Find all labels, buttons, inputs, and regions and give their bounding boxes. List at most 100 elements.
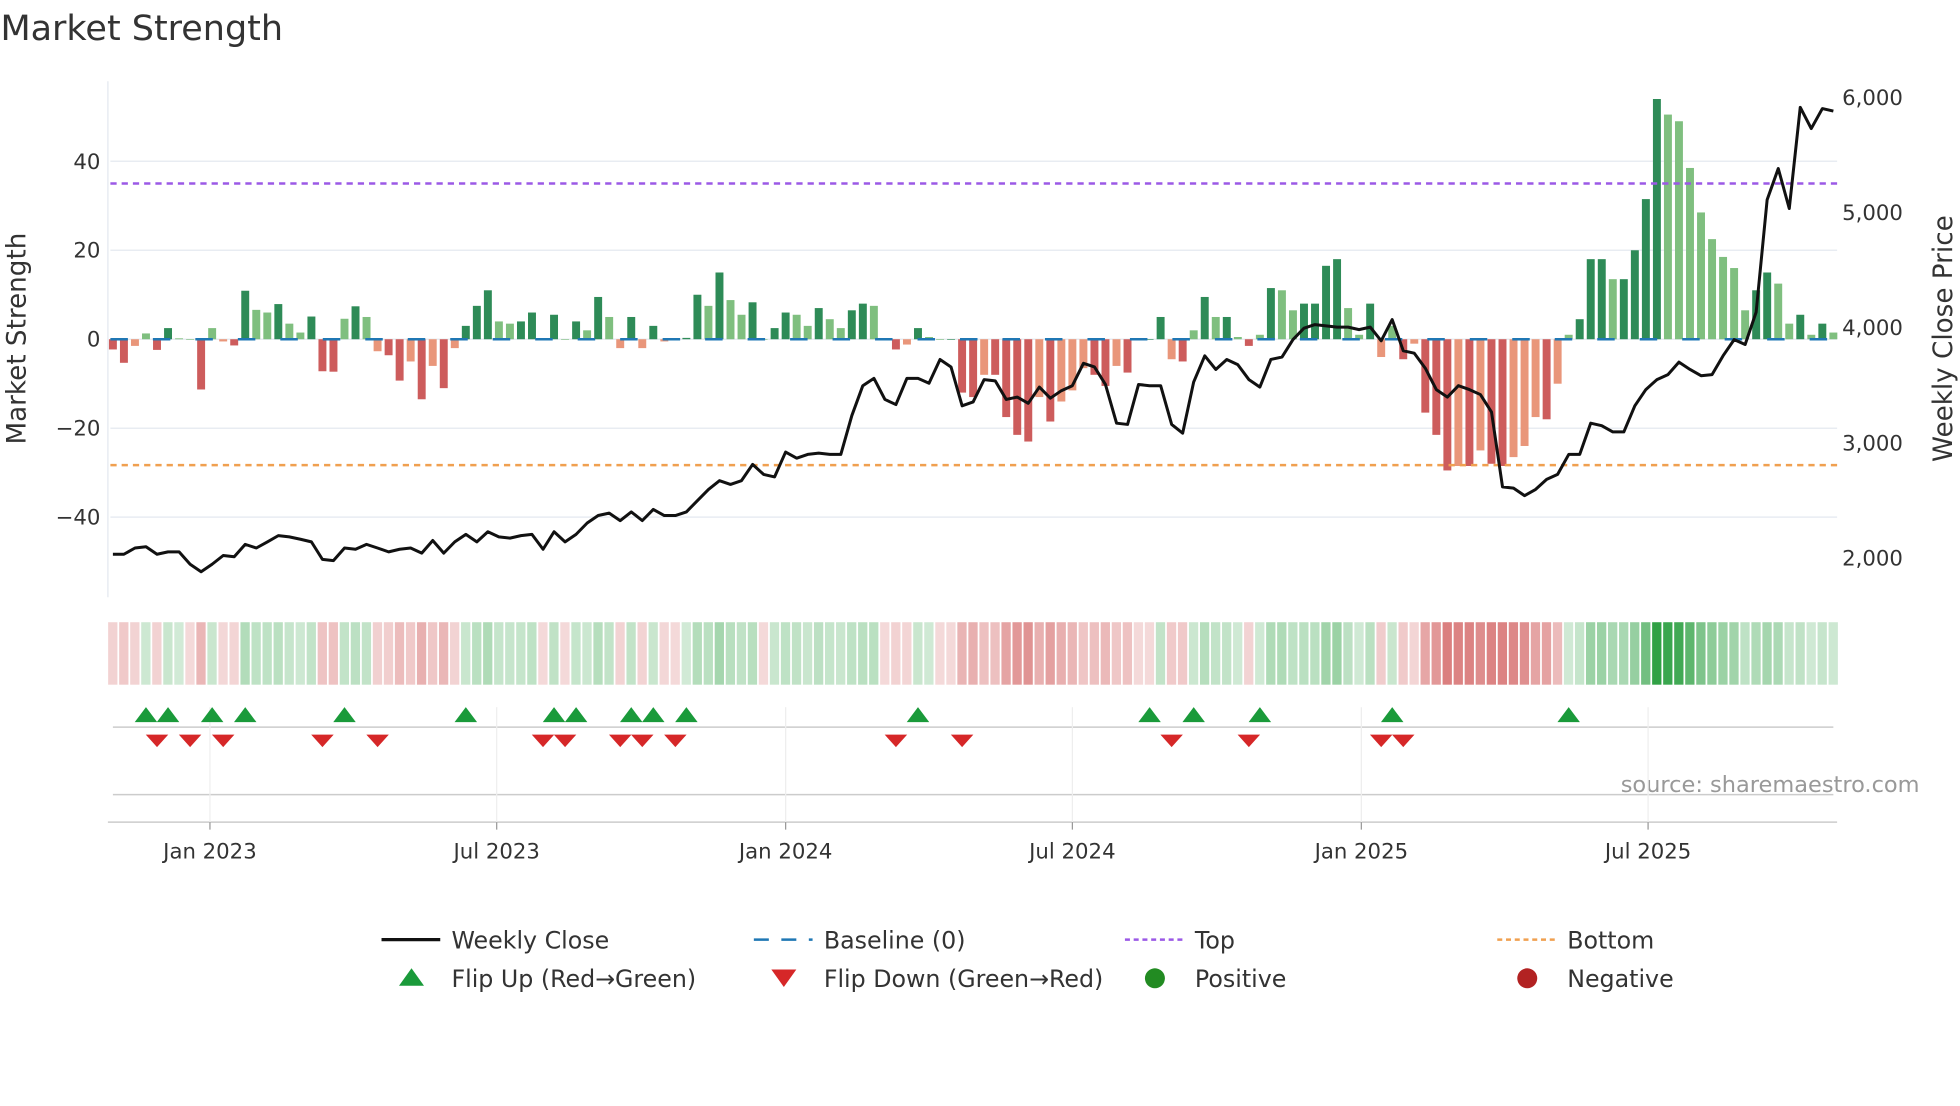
- regime-cell: [1696, 622, 1706, 685]
- regime-cell: [1188, 622, 1199, 685]
- regime-cell: [780, 622, 791, 685]
- strength-bar: [439, 339, 448, 389]
- regime-cell: [1817, 622, 1827, 685]
- regime-cell: [1288, 622, 1298, 685]
- regime-cell: [405, 622, 416, 685]
- strength-bar: [108, 339, 117, 350]
- strength-bar: [1266, 288, 1275, 340]
- regime-cell: [659, 622, 669, 685]
- regime-cell: [1784, 622, 1794, 685]
- strength-bar: [318, 339, 327, 372]
- regime-cell: [207, 622, 217, 685]
- regime-cell: [1409, 622, 1419, 685]
- regime-cell: [1299, 622, 1309, 685]
- regime-cell: [1100, 622, 1110, 685]
- strength-bar: [153, 339, 161, 350]
- strength-bar: [219, 339, 228, 342]
- strength-bar: [1520, 339, 1529, 446]
- regime-cell: [1122, 622, 1133, 685]
- flip-up-marker: [906, 707, 930, 723]
- regime-cell: [229, 622, 239, 685]
- strength-bar: [505, 323, 514, 340]
- strength-bar: [373, 339, 382, 352]
- regime-cell: [317, 622, 327, 685]
- strength-bar: [891, 339, 900, 350]
- regime-cell: [692, 622, 702, 685]
- regime-cell: [1464, 622, 1474, 685]
- x-tick-label: Jul 2024: [1027, 839, 1115, 864]
- regime-cell: [1442, 622, 1452, 685]
- flip-down-marker: [1237, 734, 1261, 748]
- strength-bar: [362, 316, 371, 340]
- regime-cell: [505, 622, 515, 685]
- regime-cell: [1155, 622, 1166, 685]
- strength-bar: [1608, 279, 1617, 340]
- flip-down-marker: [178, 734, 202, 748]
- flip-down-marker: [608, 734, 632, 748]
- strength-bar: [1002, 339, 1011, 418]
- legend-negative-icon: [1517, 968, 1538, 989]
- regime-cell: [163, 622, 173, 685]
- regime-cell: [1508, 622, 1519, 685]
- strength-bar: [991, 339, 1000, 375]
- regime-cell: [824, 622, 835, 685]
- regime-cell: [527, 622, 537, 685]
- regime-cell: [383, 622, 394, 685]
- strength-bar: [1597, 259, 1606, 340]
- regime-cell: [1111, 622, 1122, 685]
- regime-cell: [461, 622, 471, 685]
- y-tick-label: −40: [56, 506, 101, 531]
- strength-bar: [461, 325, 470, 340]
- regime-cell: [1387, 622, 1397, 685]
- regime-cell: [1652, 622, 1662, 685]
- strength-bar: [241, 290, 250, 340]
- regime-cell: [1630, 622, 1640, 685]
- regime-cell: [1685, 622, 1695, 685]
- regime-cell: [1596, 622, 1607, 685]
- flip-up-marker: [1138, 707, 1161, 723]
- strength-bar: [1542, 339, 1551, 420]
- strength-bar: [1686, 167, 1694, 340]
- strength-bar: [186, 339, 195, 340]
- regime-cell: [571, 622, 581, 685]
- regime-cell: [1354, 622, 1364, 685]
- regime-cell: [979, 622, 989, 685]
- regime-cell: [119, 622, 129, 685]
- strength-bar: [208, 328, 217, 340]
- regime-cell: [1133, 622, 1144, 685]
- strength-bar: [1774, 283, 1783, 340]
- legend-label: Flip Up (Red→Green): [451, 965, 696, 993]
- legend-label: Flip Down (Green→Red): [824, 965, 1103, 993]
- regime-cell: [438, 622, 449, 685]
- regime-cell: [350, 622, 361, 685]
- strength-bar: [1123, 339, 1132, 373]
- flip-up-marker: [619, 707, 643, 723]
- regime-cell: [802, 622, 813, 685]
- regime-cell: [1806, 622, 1816, 685]
- flip-down-marker: [1160, 734, 1183, 748]
- regime-cell: [1376, 622, 1386, 685]
- strength-bar: [417, 339, 426, 400]
- market-strength-chart: Market Strength Market Strength Weekly C…: [0, 9, 1959, 993]
- regime-cell: [174, 622, 184, 685]
- y-tick-label: −20: [56, 417, 101, 442]
- x-tick-label: Jul 2025: [1603, 839, 1691, 864]
- strength-bar: [583, 330, 592, 340]
- strength-bar: [1531, 339, 1540, 418]
- regime-cell: [218, 622, 228, 685]
- strength-bar: [627, 316, 636, 340]
- strength-bar: [307, 316, 316, 340]
- regime-cell: [1089, 622, 1099, 685]
- regime-cell: [615, 622, 625, 685]
- strength-bar: [384, 339, 393, 356]
- strength-bar: [1575, 319, 1584, 340]
- flip-down-marker: [884, 734, 908, 748]
- regime-cell: [1177, 622, 1188, 685]
- strength-bar: [164, 328, 173, 340]
- regime-cell: [968, 622, 978, 685]
- strength-bar: [847, 310, 856, 340]
- strength-bar: [594, 296, 603, 340]
- regime-cell: [1828, 622, 1838, 685]
- flip-down-marker: [553, 734, 577, 748]
- flip-up-marker: [233, 707, 257, 723]
